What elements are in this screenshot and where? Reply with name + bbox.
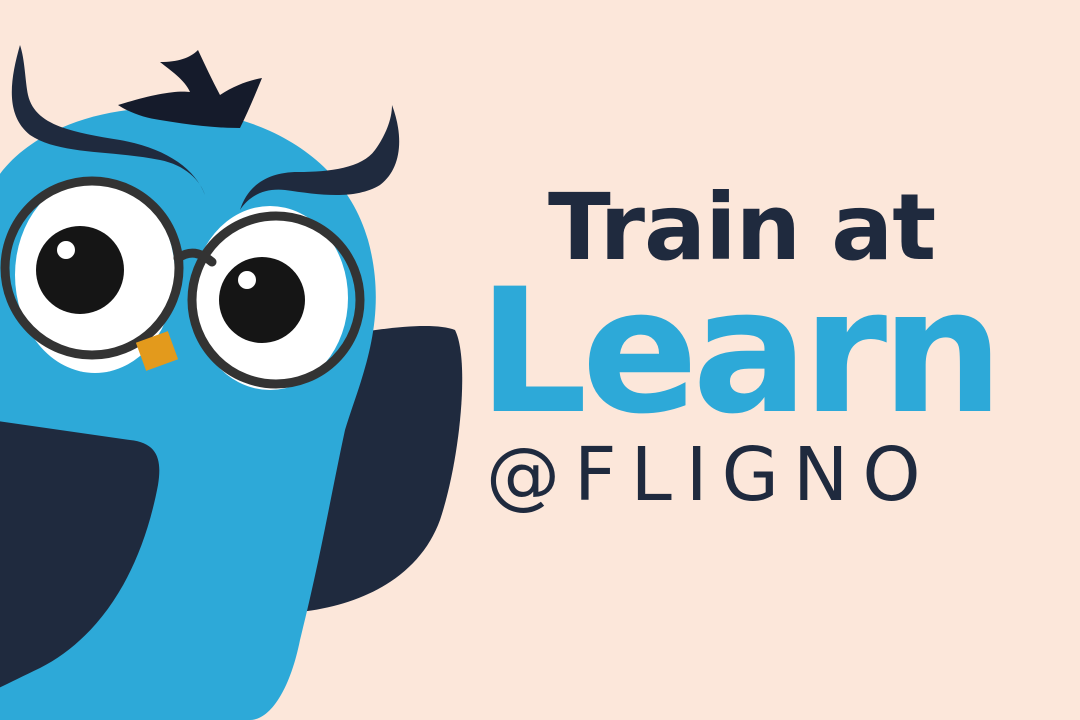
banner: Train at Learn @FLIGNO bbox=[0, 0, 1080, 720]
headline: Train at Learn @FLIGNO bbox=[0, 0, 1080, 720]
headline-line-3: @FLIGNO bbox=[486, 432, 935, 518]
headline-line-2: Learn bbox=[478, 251, 1004, 452]
